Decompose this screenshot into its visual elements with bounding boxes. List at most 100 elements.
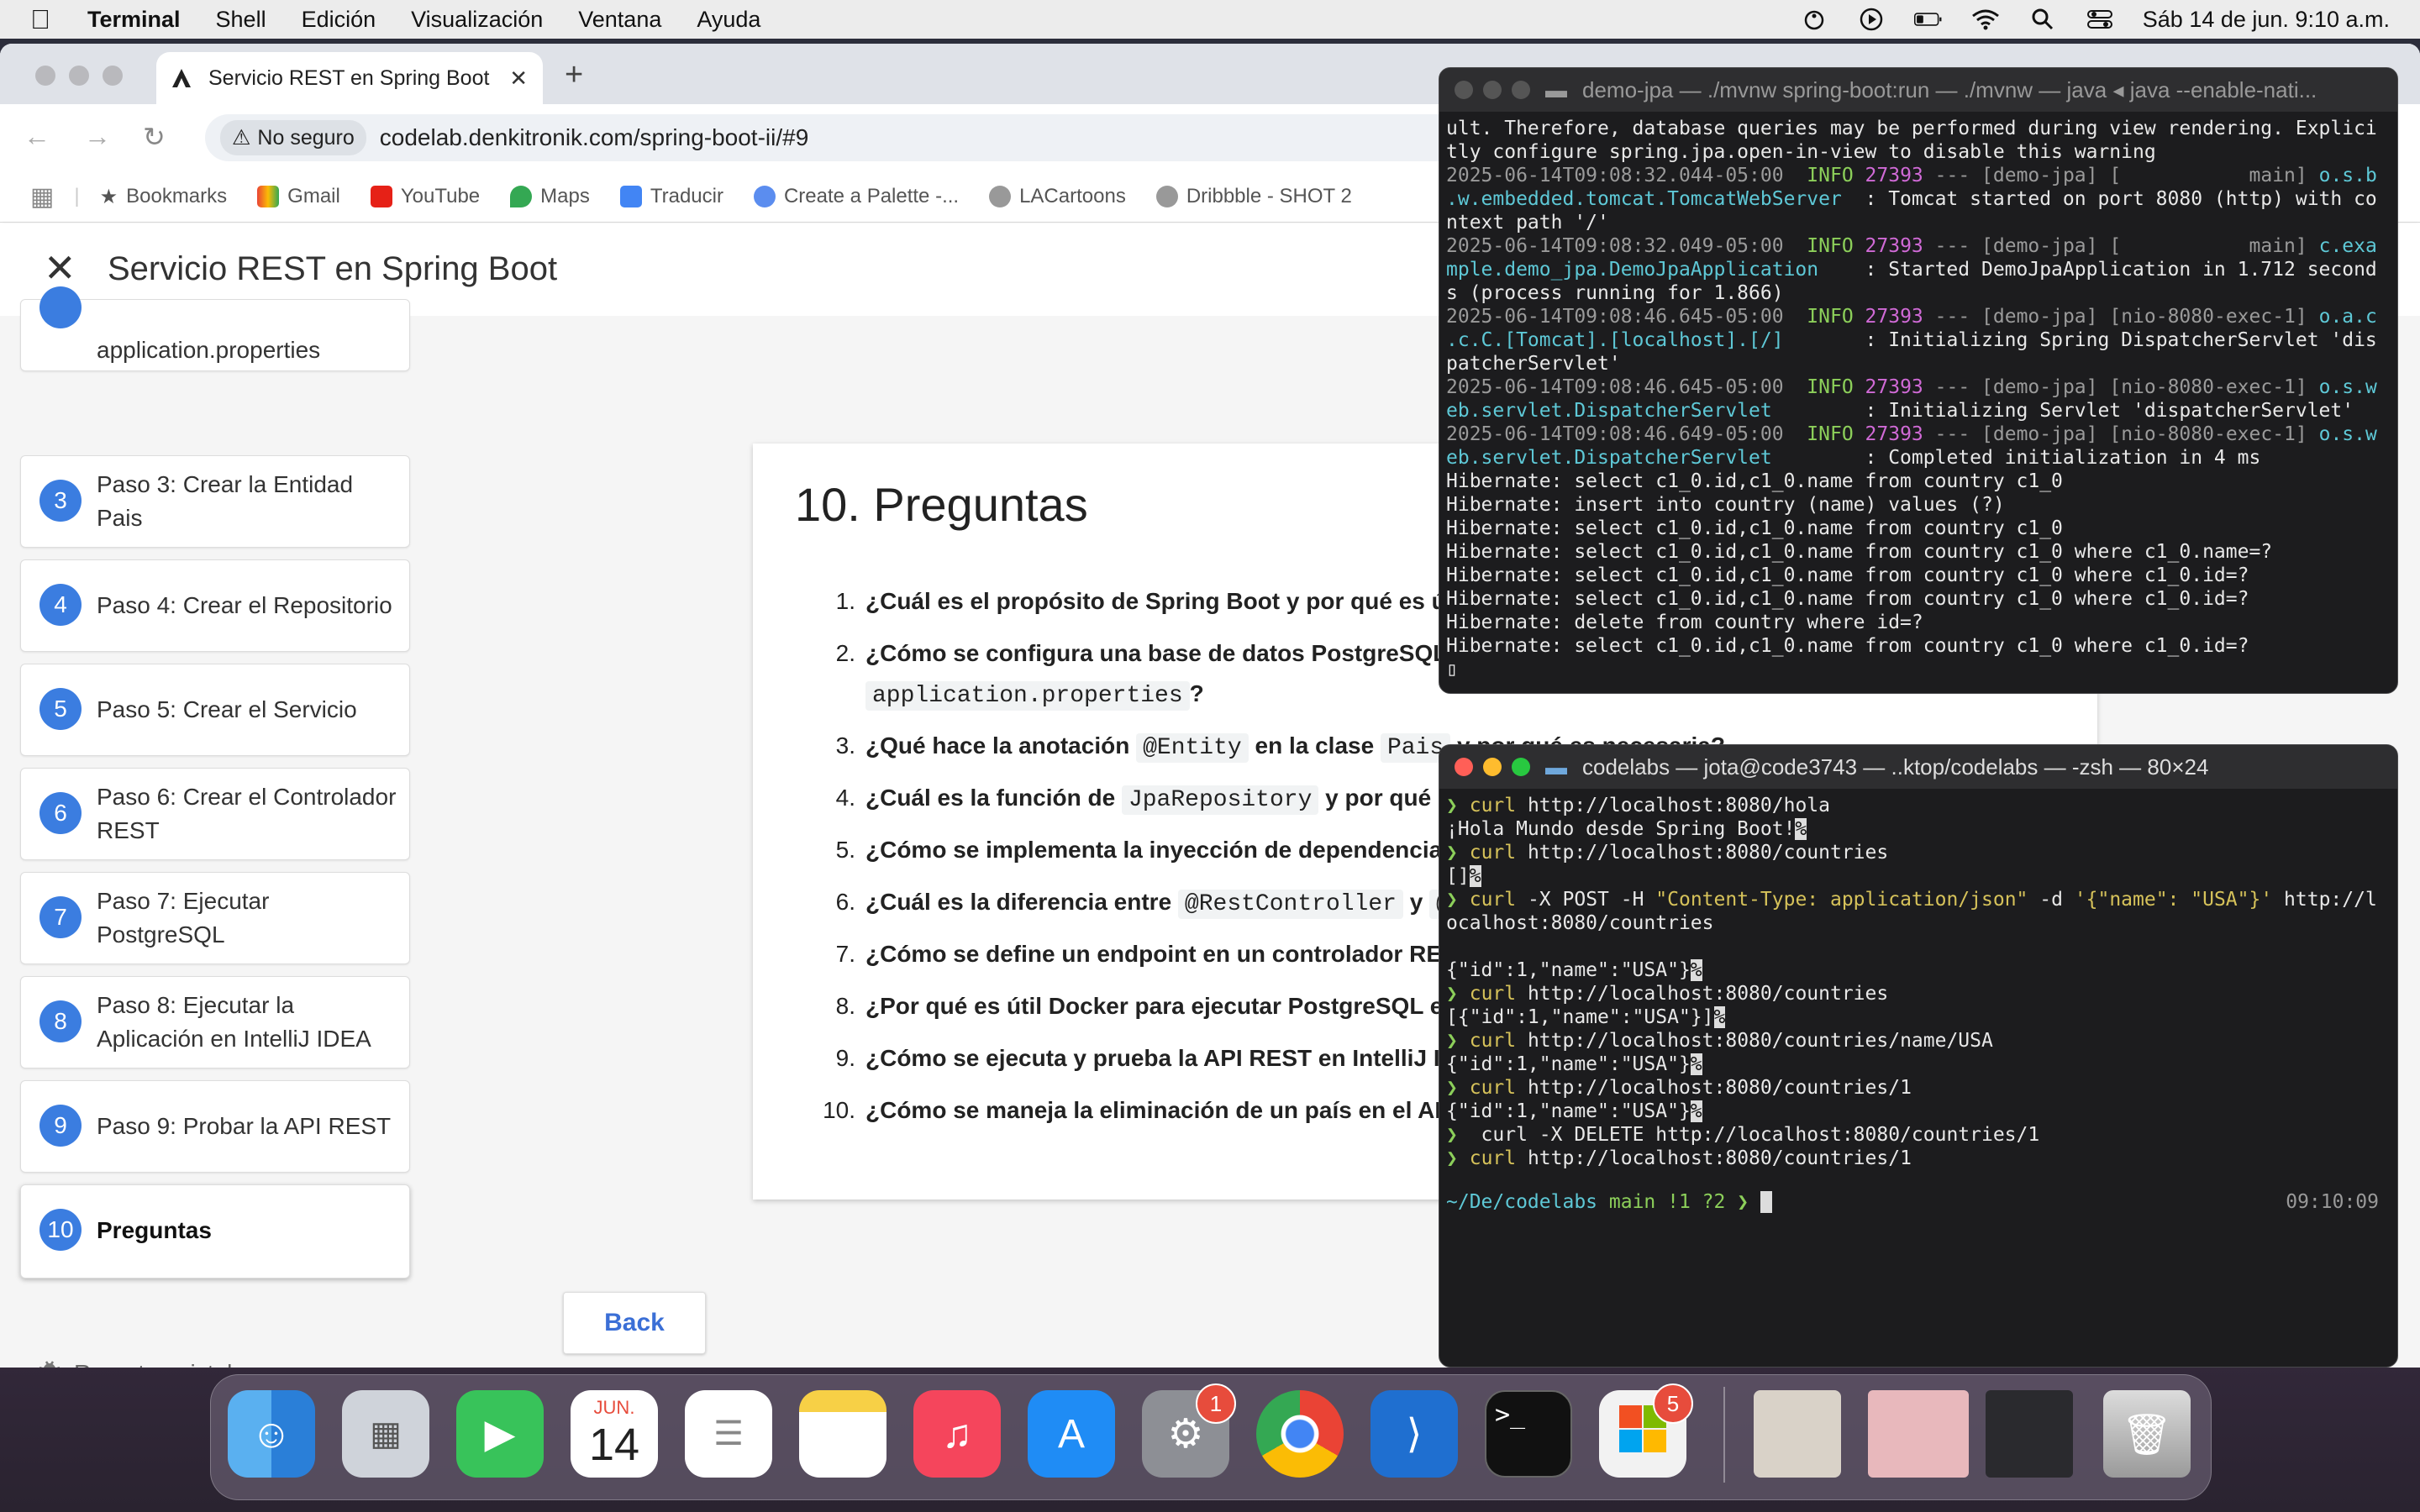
step-item-6[interactable]: 6 Paso 6: Crear el Controlador REST xyxy=(20,768,410,860)
bookmark-dribbble[interactable]: Dribbble - SHOT 2 xyxy=(1155,185,1352,208)
minimize-button[interactable] xyxy=(1483,81,1502,99)
dock-recent-window-chrome[interactable] xyxy=(1868,1390,1969,1478)
question-text: en la clase xyxy=(1255,732,1375,759)
dock-recent-image-1[interactable] xyxy=(1754,1390,1841,1478)
inline-code: @Entity xyxy=(1136,733,1249,763)
bookmark-traducir[interactable]: Traducir xyxy=(619,185,723,208)
back-button[interactable]: Back xyxy=(563,1292,706,1354)
step-item-9[interactable]: 9 Paso 9: Probar la API REST xyxy=(20,1080,410,1173)
bookmark-palette[interactable]: Create a Palette -... xyxy=(753,185,959,208)
minimize-button[interactable] xyxy=(1483,758,1502,776)
dock-office[interactable]: 5 xyxy=(1599,1383,1693,1478)
battery-icon[interactable] xyxy=(1913,8,1943,31)
dock-app-store[interactable]: A xyxy=(1028,1390,1115,1478)
terminal-output[interactable]: ult. Therefore, database queries may be … xyxy=(1446,117,2392,681)
new-tab-button[interactable]: + xyxy=(565,57,583,93)
close-icon[interactable]: ✕ xyxy=(44,245,76,291)
shell-prompt[interactable]: ~/De/codelabs main !1 ?2 ❯ xyxy=(1446,1190,1772,1214)
dock-trash[interactable]: 🗑 xyxy=(2103,1390,2191,1478)
terminal-window-zsh[interactable]: ▬ codelabs — jota@code3743 — ..ktop/code… xyxy=(1439,744,2398,1368)
zoom-button[interactable] xyxy=(1512,81,1530,99)
terminal-icon: >_ xyxy=(1495,1400,1526,1430)
menu-edicion[interactable]: Edición xyxy=(302,7,376,33)
dock-system-settings[interactable]: ⚙ 1 xyxy=(1142,1383,1236,1478)
question-number: 4. xyxy=(835,785,855,811)
terminal-titlebar: ▬ codelabs — jota@code3743 — ..ktop/code… xyxy=(1439,745,2397,789)
dock-chrome[interactable] xyxy=(1256,1390,1344,1478)
step-label: Paso 3: Crear la Entidad Pais xyxy=(97,471,354,531)
wifi-icon[interactable] xyxy=(1971,8,2000,31)
dock-vscode[interactable]: ⟩ xyxy=(1370,1390,1458,1478)
translate-icon xyxy=(619,186,642,207)
step-label: Paso 9: Probar la API REST xyxy=(97,1113,392,1139)
play-icon[interactable] xyxy=(1857,8,1886,31)
step-number: 8 xyxy=(39,1000,82,1042)
step-item-8[interactable]: 8 Paso 8: Ejecutar la Aplicación en Inte… xyxy=(20,976,410,1068)
terminal-title: codelabs — jota@code3743 — ..ktop/codela… xyxy=(1582,753,2209,780)
close-button[interactable] xyxy=(1455,81,1473,99)
terminal-title: demo-jpa — ./mvnw spring-boot:run — ./mv… xyxy=(1582,76,2317,102)
dock-facetime[interactable]: ▶ xyxy=(456,1390,544,1478)
step-item-10[interactable]: 10 Preguntas xyxy=(20,1184,410,1278)
menu-shell[interactable]: Shell xyxy=(216,7,266,33)
browser-tab[interactable]: Servicio REST en Spring Boot ✕ xyxy=(156,52,543,104)
search-icon[interactable] xyxy=(2028,8,2057,31)
close-button[interactable] xyxy=(1455,758,1473,776)
terminal-window-server[interactable]: ▬ demo-jpa — ./mvnw spring-boot:run — ./… xyxy=(1439,67,2398,694)
bookmark-lacartoons[interactable]: LACartoons xyxy=(989,185,1126,208)
terminal-output[interactable]: ❯ curl http://localhost:8080/hola ¡Hola … xyxy=(1446,794,2392,1194)
menu-app-name[interactable]: Terminal xyxy=(87,7,181,33)
control-center-icon[interactable] xyxy=(2086,8,2114,31)
dock-terminal[interactable]: >_ xyxy=(1485,1390,1572,1478)
window-close-button[interactable] xyxy=(35,66,55,86)
url-text[interactable]: codelab.denkitronik.com/spring-boot-ii/#… xyxy=(380,124,809,151)
menu-visualizacion[interactable]: Visualización xyxy=(411,7,543,33)
menu-clock[interactable]: Sáb 14 de jun. 9:10 a.m. xyxy=(2143,7,2390,33)
step-label: application.properties xyxy=(97,337,321,363)
dock-reminders[interactable]: ☰ xyxy=(685,1390,772,1478)
accessibility-icon[interactable] xyxy=(1800,8,1828,31)
globe-icon xyxy=(1155,186,1178,207)
apps-grid-icon[interactable]: ▦ xyxy=(30,182,54,212)
back-nav-icon[interactable]: ← xyxy=(24,121,50,152)
step-label: Paso 7: Ejecutar PostgreSQL xyxy=(97,888,270,948)
trash-icon: 🗑 xyxy=(2121,1412,2173,1457)
question-item: 5. ¿Cómo se implementa la inyección de de… xyxy=(820,837,1490,864)
step-item-5[interactable]: 5 Paso 5: Crear el Servicio xyxy=(20,664,410,756)
apple-menu-icon[interactable]:  xyxy=(30,4,50,35)
step-item-7[interactable]: 7 Paso 7: Ejecutar PostgreSQL xyxy=(20,872,410,964)
step-item-3[interactable]: 3 Paso 3: Crear la Entidad Pais xyxy=(20,455,410,548)
question-item: 6. ¿Cuál es la diferencia entre @RestCont… xyxy=(820,889,1471,919)
bookmark-maps[interactable]: Maps xyxy=(510,185,590,208)
dock-notes[interactable] xyxy=(799,1390,886,1478)
step-number: 4 xyxy=(39,584,82,626)
bookmark-youtube[interactable]: YouTube xyxy=(370,185,480,208)
calendar-month: JUN. xyxy=(593,1397,635,1418)
forward-nav-icon[interactable]: → xyxy=(84,121,111,152)
zoom-button[interactable] xyxy=(1512,758,1530,776)
question-number: 2. xyxy=(835,640,855,666)
window-zoom-button[interactable] xyxy=(103,66,123,86)
dock-calendar[interactable]: JUN. 14 xyxy=(571,1390,658,1478)
dock-recent-window-vscode[interactable] xyxy=(1986,1390,2073,1478)
dock-music[interactable]: ♫ xyxy=(913,1390,1001,1478)
bookmark-gmail[interactable]: Gmail xyxy=(257,185,340,208)
step-item-4[interactable]: 4 Paso 4: Crear el Repositorio xyxy=(20,559,410,652)
question-item: 10. ¿Cómo se maneja la eliminación de un … xyxy=(820,1097,1476,1124)
dock-launchpad[interactable]: ▦ xyxy=(342,1390,429,1478)
dock-finder[interactable]: ☺ xyxy=(228,1390,315,1478)
question-text: ¿Cuál es la función de xyxy=(865,785,1116,811)
question-item: 4. ¿Cuál es la función de JpaRepository y… xyxy=(820,785,1485,815)
report-mistake-link[interactable]: Report a mistake xyxy=(37,1357,252,1368)
bookmark-bookmarks[interactable]: ★ Bookmarks xyxy=(100,185,228,209)
menu-ayuda[interactable]: Ayuda xyxy=(697,7,760,33)
security-indicator[interactable]: ⚠ No seguro xyxy=(220,120,366,155)
step-item-2[interactable]: application.properties xyxy=(20,286,410,371)
prompt-arrow: ❯ xyxy=(1737,1191,1749,1213)
prompt-branch: main !1 ?2 xyxy=(1608,1191,1726,1213)
reload-icon[interactable]: ↻ xyxy=(143,121,166,153)
window-minimize-button[interactable] xyxy=(69,66,89,86)
question-text: ¿Cuál es el propósito de Spring Boot y p… xyxy=(865,588,1502,614)
menu-ventana[interactable]: Ventana xyxy=(578,7,661,33)
tab-close-icon[interactable]: ✕ xyxy=(509,66,528,92)
